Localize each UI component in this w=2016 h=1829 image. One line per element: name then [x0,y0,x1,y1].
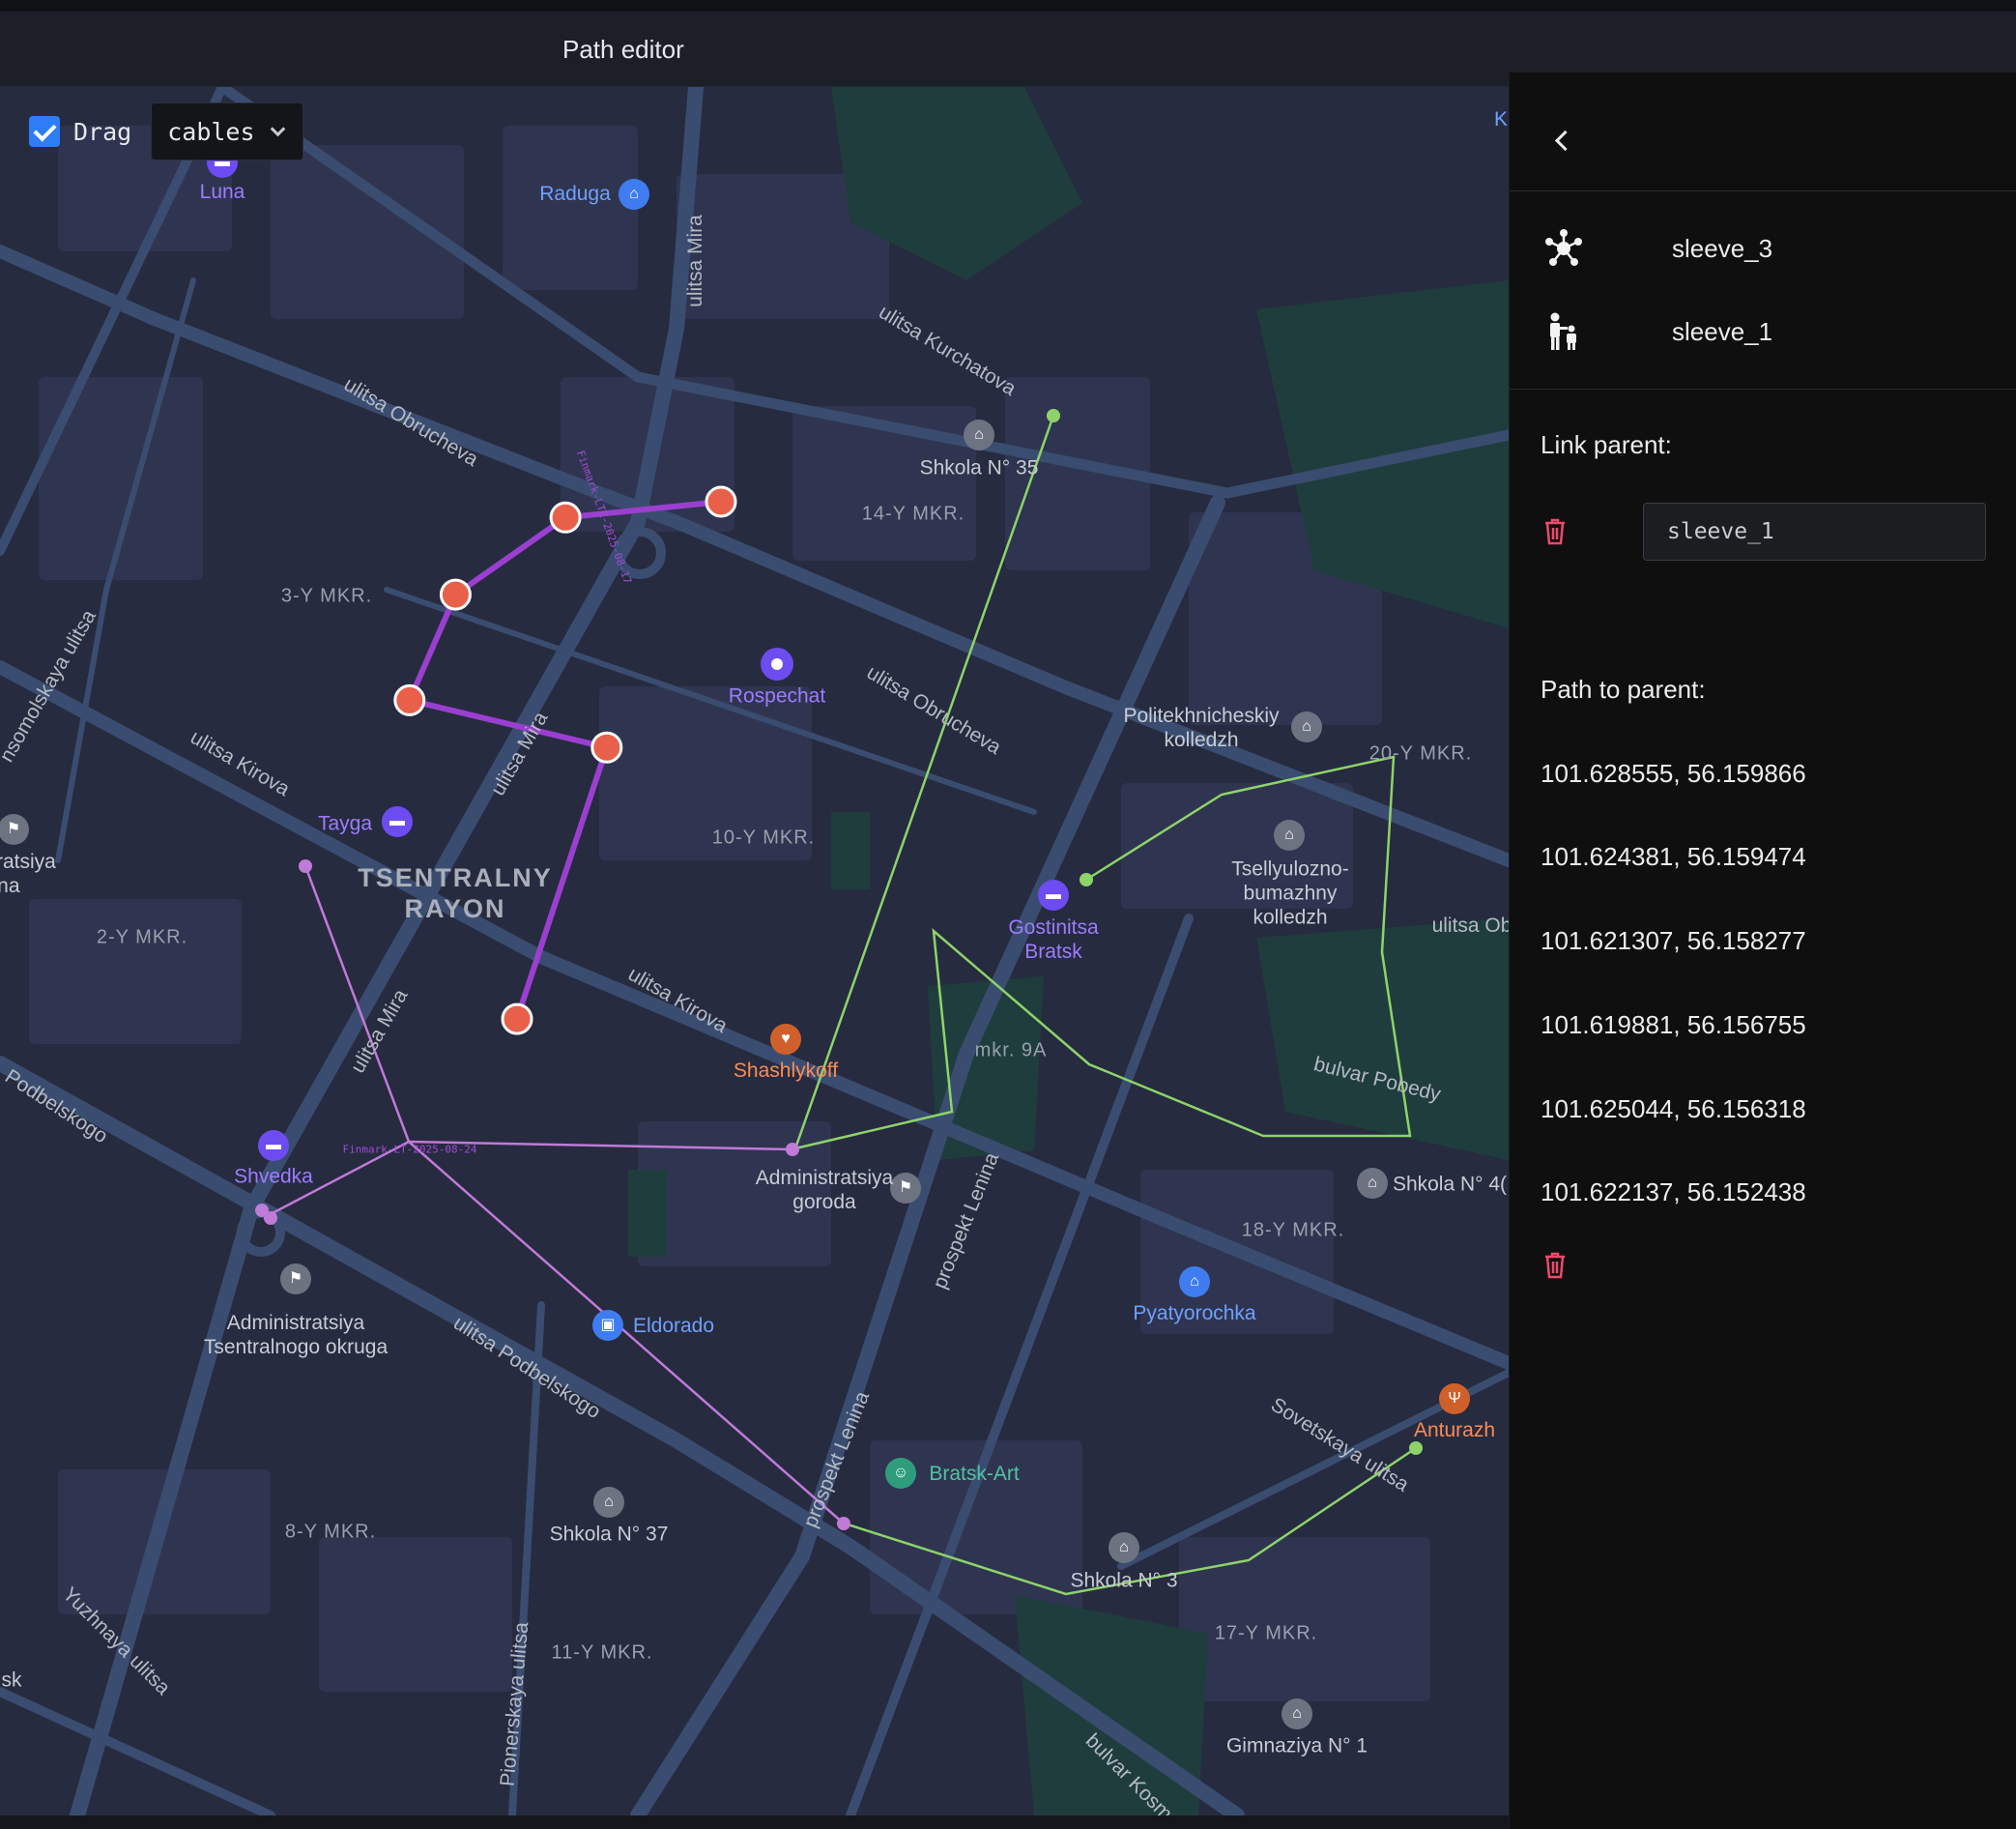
poi-label: Anturazh [1413,1419,1496,1441]
poi-label: Shkola N° 4( [1392,1173,1508,1196]
district-label: 11-Y MKR. [551,1641,653,1664]
delete-path-trash-icon[interactable] [1536,1246,1574,1285]
school-icon[interactable]: ⌂ [964,420,994,450]
district-label: 17-Y MKR. [1214,1622,1318,1644]
path-vertex[interactable] [705,485,737,518]
back-button[interactable] [1539,116,1587,164]
poi-label: Administratsiya goroda [755,1167,894,1213]
path-vertex[interactable] [590,731,623,764]
hotel-icon[interactable]: ▬ [382,806,413,837]
path-to-parent-label: Path to parent: [1541,675,1706,704]
district-label: mkr. 9A [974,1039,1048,1061]
school-icon[interactable]: ⌂ [1282,1698,1312,1729]
chevron-down-icon [270,121,285,137]
poi-label: Shkola N° 3 [1070,1569,1178,1592]
restaurant-icon[interactable]: Ψ [1439,1383,1470,1414]
poi-label: Tsellyulozno-bumazhny kolledzh [1231,857,1349,929]
poi-label: Politekhnicheskiy kolledzh [1123,705,1280,751]
shop-basket-icon[interactable]: ⌂ [1179,1266,1210,1297]
district-label: 8-Y MKR. [284,1521,377,1543]
path-vertices [393,485,737,1035]
path-coordinate: 101.625044, 56.156318 [1541,1094,1806,1123]
district-label: 3-Y MKR. [280,585,373,607]
hotel-icon[interactable]: ▬ [258,1130,289,1161]
map-canvas[interactable]: 3-Y MKR. 14-Y MKR. 10-Y MKR. 2-Y MKR. 20… [0,87,1509,1815]
area-name: TSENTRALNY RAYON [358,863,553,923]
poi-label: Administratsiya Tsentralnogo okruga [203,1312,389,1358]
district-label: 20-Y MKR. [1368,742,1473,765]
district-label: 10-Y MKR. [711,827,816,849]
location-dot-icon[interactable] [761,648,793,681]
street-label: ulitsa Ob [1431,914,1509,937]
poi-label: sk [1,1669,22,1692]
path-vertex[interactable] [439,578,472,611]
side-panel: sleeve_3 sleeve_1 Link parent: sleeve_1 … [1509,73,2016,1829]
node-label: sleeve_1 [1672,316,1773,346]
poi-label: Bratsk-Art [929,1463,1020,1485]
selected-cable-path[interactable] [0,87,1509,1815]
hotel-icon[interactable]: ▬ [1038,880,1069,911]
path-vertex[interactable] [549,501,582,534]
path-coordinate: 101.628555, 56.159866 [1541,759,1806,788]
flag-icon[interactable]: ⚑ [280,1263,311,1294]
page-title: Path editor [562,35,684,64]
divider [1510,389,2016,390]
path-coordinate: 101.624381, 56.159474 [1541,842,1806,871]
path-coordinate: 101.619881, 56.156755 [1541,1010,1806,1039]
top-strip [0,0,2016,12]
divider [1510,190,2016,191]
school-icon[interactable]: ⌂ [1109,1532,1139,1563]
layer-select-value: cables [167,117,255,146]
drag-checkbox[interactable] [29,116,60,147]
wine-glass-icon[interactable]: ♥ [770,1024,801,1055]
poi-label: Tayga [317,812,373,835]
map-controls: Drag cables [29,102,303,160]
school-icon[interactable]: ⌂ [1274,820,1305,851]
path-vertex[interactable] [393,683,426,716]
node-label: sleeve_3 [1672,233,1773,263]
poi-label: K [1493,108,1509,131]
poi-label: Luna [199,181,245,203]
app-window: Path editor 3-Y MKR. 14-Y MKR. 10-Y MKR.… [0,0,2016,1829]
district-label: 2-Y MKR. [96,926,188,948]
link-parent-label: Link parent: [1541,430,1672,459]
hierarchy-person-icon [1539,306,1589,357]
school-icon[interactable]: ⌂ [593,1487,624,1518]
poi-label: Pyatyorochka [1133,1302,1256,1324]
poi-label: Shvedka [234,1165,313,1188]
street-label: ulitsa Mira [684,215,706,307]
poi-label: Shashlykoff [733,1060,839,1082]
link-parent-input[interactable] [1643,503,1986,561]
district-label: 14-Y MKR. [861,503,965,525]
theater-mask-icon[interactable]: ☺ [885,1458,916,1489]
path-coordinate: 101.622137, 56.152438 [1541,1177,1806,1206]
poi-label: istratsiya yona [0,851,56,897]
district-label: 18-Y MKR. [1241,1219,1345,1241]
sleeve-cluster-icon [1539,223,1589,274]
poi-label: Raduga [539,183,611,205]
poi-label: Shkola N° 35 [919,456,1039,479]
poi-label: Gimnaziya N° 1 [1225,1734,1368,1757]
poi-label: Eldorado [632,1315,715,1337]
cable-name-label: Finmark-LT-2025-08-24 [342,1143,477,1156]
school-icon[interactable]: ⌂ [1357,1168,1388,1199]
path-vertex[interactable] [501,1002,533,1035]
drag-label: Drag [73,117,132,146]
poi-label: Shkola N° 37 [549,1523,669,1546]
delete-parent-trash-icon[interactable] [1536,512,1574,551]
bottom-strip [0,1815,1509,1829]
node-row-sleeve-3[interactable]: sleeve_3 [1539,221,1772,276]
node-row-sleeve-1[interactable]: sleeve_1 [1539,305,1772,359]
shop-basket-icon[interactable]: ⌂ [619,179,649,210]
path-coordinate: 101.621307, 56.158277 [1541,926,1806,955]
store-icon[interactable]: ▣ [592,1310,623,1341]
layer-select[interactable]: cables [151,102,303,160]
poi-label: Gostinitsa Bratsk [1008,916,1099,963]
poi-label: Rospechat [728,684,826,708]
drag-toggle[interactable]: Drag [29,116,131,147]
